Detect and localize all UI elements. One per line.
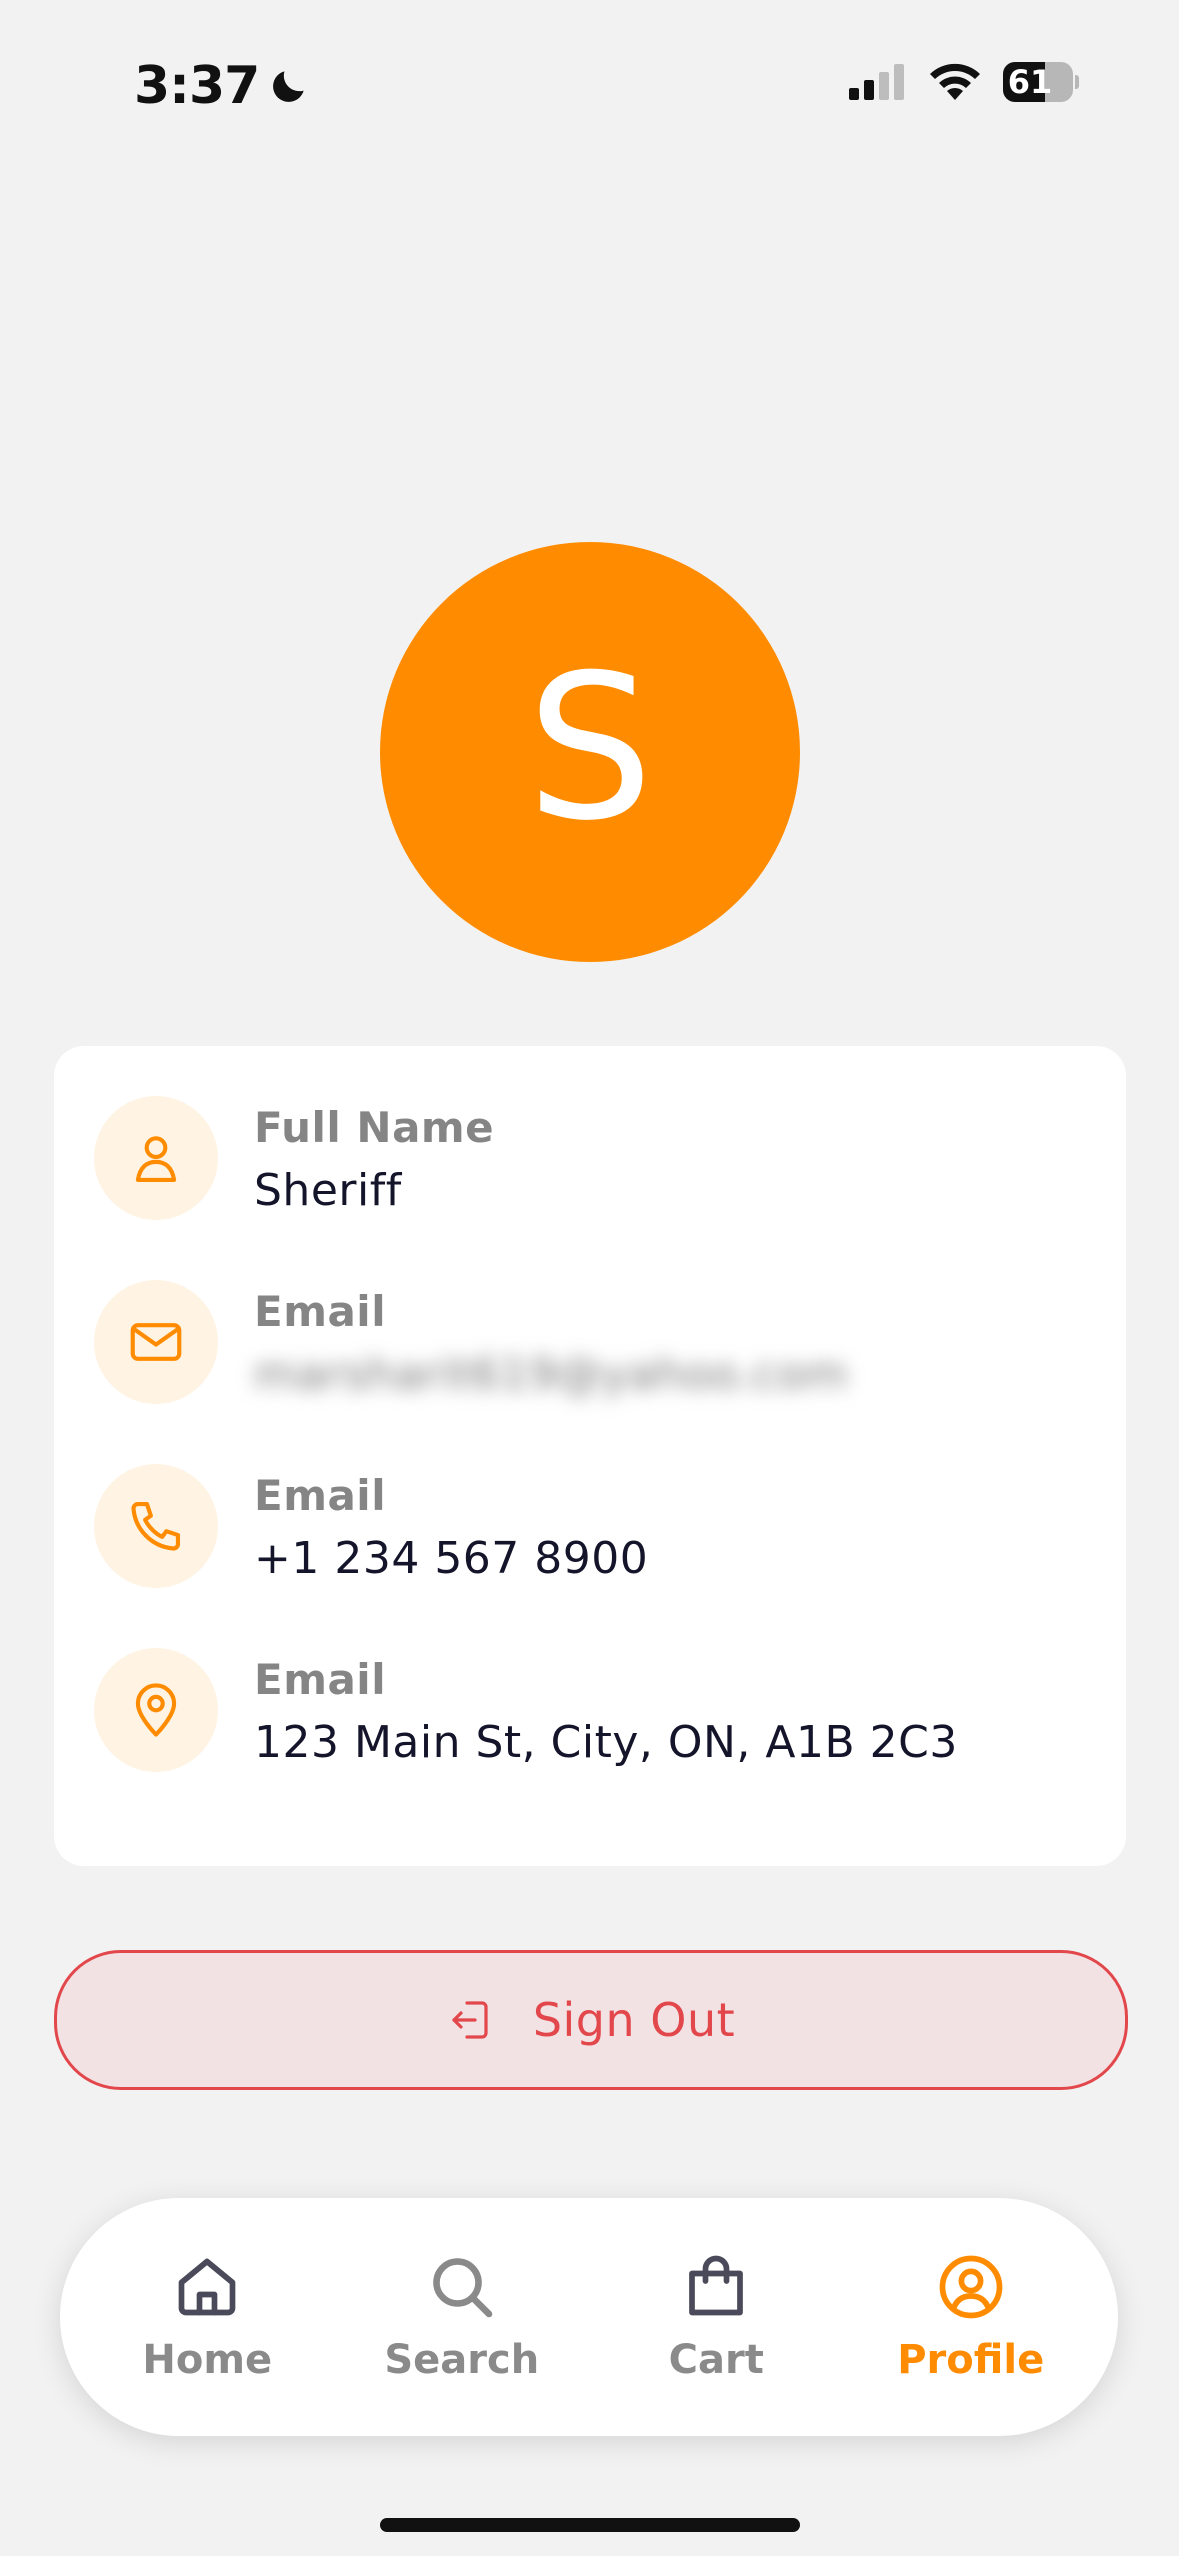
user-icon — [135, 1136, 177, 1183]
search-icon — [432, 2258, 493, 2318]
wifi-icon — [930, 63, 980, 100]
shopping-bag-icon — [689, 2255, 744, 2316]
tab-label: Cart — [668, 2337, 764, 2383]
info-row-address: Email 123 Main St, City, ON, A1B 2C3 — [94, 1648, 958, 1778]
tab-home[interactable]: Home — [97, 2251, 317, 2383]
info-icon-container — [94, 1648, 218, 1772]
tab-label: Home — [142, 2337, 273, 2383]
info-text: Full Name Sheriff — [254, 1096, 494, 1226]
profile-info-card: Full Name Sheriff Email marsharit619@yah… — [54, 1046, 1126, 1866]
info-value: +1 234 567 8900 — [254, 1533, 649, 1584]
info-label: Email — [254, 1471, 387, 1520]
info-label: Full Name — [254, 1103, 495, 1152]
info-icon-container — [94, 1096, 218, 1220]
battery-indicator: 61 — [1003, 62, 1079, 102]
sign-out-label: Sign Out — [532, 1993, 736, 2047]
battery-cap — [1074, 75, 1079, 89]
moon-icon — [273, 71, 305, 102]
avatar-initial: S — [526, 632, 654, 865]
tab-cart[interactable]: Cart — [606, 2251, 826, 2383]
info-row-full-name: Full Name Sheriff — [94, 1096, 494, 1226]
info-value-blurred: marsharit619@yahoo.com — [254, 1349, 849, 1400]
sign-out-icon — [452, 2001, 488, 2039]
profile-icon — [939, 2255, 1003, 2319]
info-value: Sheriff — [254, 1165, 402, 1216]
info-icon-container — [94, 1464, 218, 1588]
info-text: Email 123 Main St, City, ON, A1B 2C3 — [254, 1648, 958, 1778]
status-indicators: 61 — [847, 62, 1079, 102]
tab-search[interactable]: Search — [352, 2251, 572, 2383]
location-pin-icon — [135, 1683, 177, 1737]
home-icon — [178, 2258, 236, 2316]
battery-percentage: 61 — [1007, 63, 1053, 101]
info-text: Email +1 234 567 8900 — [254, 1464, 648, 1594]
phone-icon — [131, 1501, 181, 1551]
info-row-email: Email marsharit619@yahoo.com — [94, 1280, 848, 1410]
tab-label: Search — [384, 2337, 540, 2383]
info-label: Email — [254, 1287, 387, 1336]
status-bar: 3:37 61 — [0, 0, 1179, 170]
info-row-phone: Email +1 234 567 8900 — [94, 1464, 648, 1594]
bottom-tab-bar: Home Search Cart Profile — [60, 2198, 1118, 2436]
tab-label: Profile — [897, 2337, 1045, 2383]
info-icon-container — [94, 1280, 218, 1404]
avatar: S — [380, 542, 800, 962]
status-time-text: 3:37 — [134, 56, 260, 116]
tab-profile[interactable]: Profile — [861, 2251, 1081, 2383]
battery-body: 61 — [1003, 62, 1073, 102]
info-label: Email — [254, 1655, 387, 1704]
status-time: 3:37 — [134, 56, 311, 116]
info-text: Email marsharit619@yahoo.com — [254, 1280, 848, 1410]
sign-out-button[interactable]: Sign Out — [54, 1950, 1128, 2090]
cellular-signal-icon — [849, 64, 904, 100]
info-value: 123 Main St, City, ON, A1B 2C3 — [254, 1717, 958, 1768]
mail-icon — [130, 1323, 182, 1361]
home-indicator[interactable] — [380, 2518, 800, 2532]
